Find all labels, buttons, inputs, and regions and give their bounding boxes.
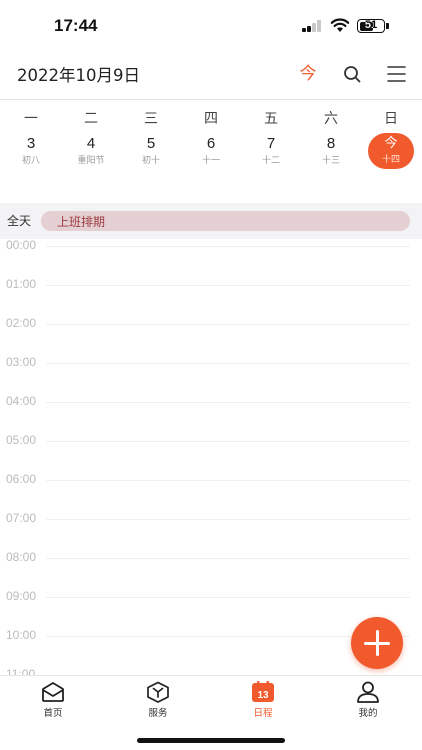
hour-divider (46, 363, 410, 364)
weekday-tue: 二 (84, 111, 98, 127)
battery-icon: 51 (357, 19, 385, 33)
wifi-icon (330, 18, 350, 32)
hour-row: 08:00 (0, 550, 422, 590)
day-cell[interactable]: 8 十三 (301, 134, 361, 168)
hour-divider (46, 558, 410, 559)
hour-row: 11:00 (0, 667, 422, 675)
calendar-icon: 13 (252, 681, 274, 702)
hour-divider (46, 519, 410, 520)
lunar-date: 十一 (201, 156, 220, 166)
allday-event[interactable]: 上班排期 (41, 211, 410, 231)
hour-label: 06:00 (6, 472, 37, 486)
weekday-headers: 一 二 三 四 五 六 日 (0, 108, 422, 128)
day-number: 今 (384, 135, 398, 150)
day-number: 6 (206, 135, 216, 152)
page-title: 2022年10月9日 (17, 66, 140, 85)
hour-divider (46, 480, 410, 481)
hour-label: 09:00 (6, 589, 37, 603)
week-date-strip: 3 初八 4 重阳节 5 初十 6 十一 7 十二 8 十三 今 十四 (0, 133, 422, 174)
hour-divider (46, 246, 410, 247)
hour-label: 11:00 (6, 667, 36, 675)
search-icon[interactable] (340, 62, 364, 86)
today-dot (391, 171, 395, 175)
calendar-header: 2022年10月9日 今 (0, 50, 422, 100)
day-number: 5 (146, 135, 156, 152)
hour-row: 02:00 (0, 316, 422, 356)
hour-label: 10:00 (6, 628, 37, 642)
hour-label: 08:00 (6, 550, 37, 564)
day-timeline[interactable]: 00:00 01:00 02:00 03:00 04:00 05:00 06:0… (0, 239, 422, 675)
hour-label: 07:00 (6, 511, 37, 525)
day-number: 4 (86, 135, 96, 152)
day-cell-today[interactable]: 今 十四 (368, 133, 414, 169)
hour-divider (46, 324, 410, 325)
hour-label: 05:00 (6, 433, 37, 447)
event-title: 上班排期 (57, 215, 106, 229)
calendar-badge: 13 (257, 690, 269, 701)
hour-label: 01:00 (6, 277, 37, 291)
weekday-sat: 六 (324, 111, 338, 127)
tab-home[interactable]: 首页 (13, 681, 93, 721)
tab-label: 我的 (358, 708, 378, 719)
battery-level: 51 (364, 19, 378, 31)
allday-label: 全天 (7, 214, 32, 228)
lunar-date: 初十 (141, 156, 160, 166)
allday-row: 全天 上班排期 (0, 203, 422, 239)
weekday-wed: 三 (144, 111, 158, 127)
hour-label: 00:00 (6, 239, 37, 252)
lunar-date: 十二 (261, 156, 280, 166)
tab-label: 首页 (43, 708, 63, 719)
hour-row: 05:00 (0, 433, 422, 473)
weekday-sun: 日 (384, 111, 398, 127)
tab-services[interactable]: 服务 (118, 681, 198, 721)
day-number: 3 (26, 135, 36, 152)
add-event-button[interactable] (351, 617, 403, 669)
tab-label: 服务 (148, 708, 168, 719)
hour-divider (46, 441, 410, 442)
status-bar: 17:44 51 (0, 0, 422, 50)
today-button[interactable]: 今 (296, 62, 320, 86)
hour-label: 03:00 (6, 355, 37, 369)
hour-row: 04:00 (0, 394, 422, 434)
hour-divider (46, 402, 410, 403)
hour-label: 04:00 (6, 394, 37, 408)
day-cell[interactable]: 3 初八 (1, 134, 61, 168)
home-indicator (137, 738, 285, 743)
lunar-date: 十三 (321, 156, 340, 166)
person-icon (357, 681, 379, 703)
lunar-date: 重阳节 (77, 156, 105, 166)
day-cell[interactable]: 4 重阳节 (61, 134, 121, 168)
hour-row: 03:00 (0, 355, 422, 395)
status-time: 17:44 (54, 16, 98, 35)
mail-icon (42, 682, 64, 702)
weekday-mon: 一 (24, 111, 38, 127)
menu-icon[interactable] (384, 62, 408, 86)
hour-row: 07:00 (0, 511, 422, 551)
hour-divider (46, 285, 410, 286)
tab-profile[interactable]: 我的 (328, 681, 408, 721)
hour-label: 02:00 (6, 316, 37, 330)
hour-row: 00:00 (0, 239, 422, 278)
lunar-date: 初八 (21, 156, 40, 166)
weekday-fri: 五 (264, 111, 278, 127)
tab-label: 日程 (253, 708, 273, 719)
hour-row: 06:00 (0, 472, 422, 512)
day-number: 7 (266, 135, 276, 152)
hour-divider (46, 597, 410, 598)
cube-icon (147, 681, 169, 703)
battery-cap (386, 23, 389, 29)
weekday-thu: 四 (204, 111, 218, 127)
lunar-date: 十四 (381, 155, 400, 165)
day-cell[interactable]: 5 初十 (121, 134, 181, 168)
tab-schedule[interactable]: 13 日程 (223, 681, 303, 721)
cellular-signal-icon (302, 20, 322, 32)
day-cell[interactable]: 6 十一 (181, 134, 241, 168)
hour-row: 01:00 (0, 277, 422, 317)
day-number: 8 (326, 135, 336, 152)
day-cell[interactable]: 7 十二 (241, 134, 301, 168)
